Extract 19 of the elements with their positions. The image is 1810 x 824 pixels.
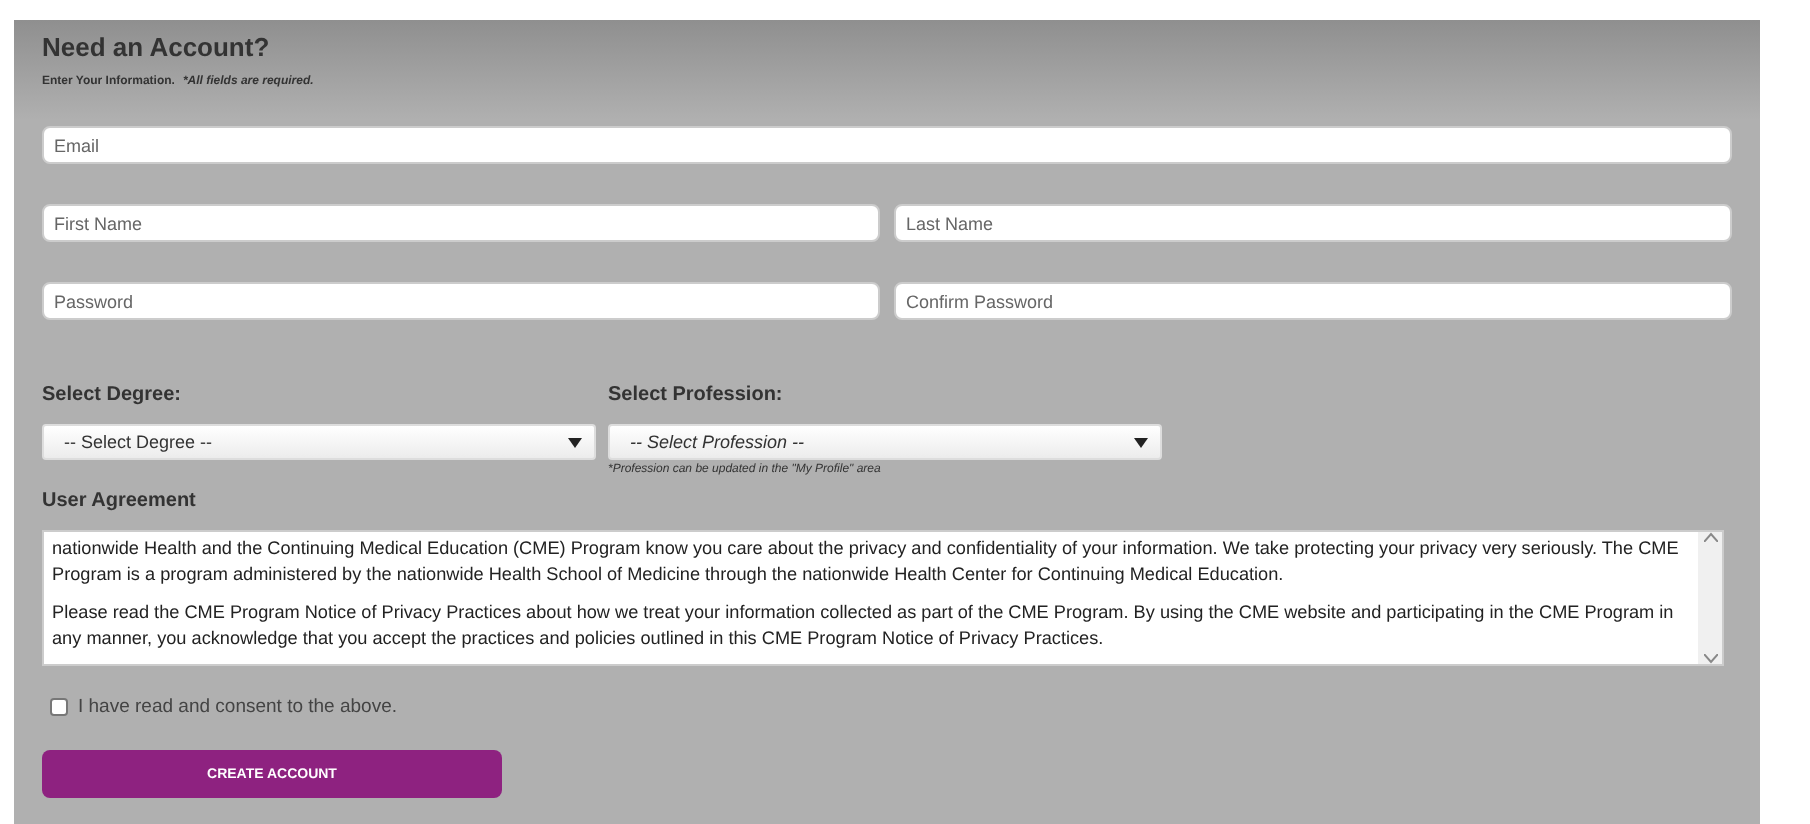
checkbox[interactable] (50, 698, 68, 716)
select-label: Select Degree: (42, 384, 183, 408)
scroll-up-icon[interactable] (1703, 532, 1717, 542)
select-label: Select Profession: (608, 384, 785, 408)
text-field[interactable]: Email (42, 126, 1732, 164)
text-field[interactable]: Confirm Password (894, 282, 1732, 320)
dropdown[interactable]: -- Select Degree -- (42, 424, 596, 460)
dropdown[interactable]: -- Select Profession -- (608, 424, 1162, 460)
text-field[interactable]: Last Name (894, 204, 1732, 242)
caret-icon (1134, 437, 1148, 447)
agreement-paragraph: nationwide Health and the Continuing Medical Education (CME) Program know you care about the privacy and confidentiality of your information. We take protecting your privacy very seriously. The CME Program is a program administered by the nationwide Health School of Medicine through the nationwide Health Center for Continuing Medical Education. (52, 536, 1681, 586)
checkbox-label: I have read and consent to the above. (78, 696, 398, 718)
section-label: User Agreement (42, 490, 198, 514)
caret-icon (568, 437, 582, 447)
text-field[interactable]: First Name (42, 204, 880, 242)
form-heading: Need an Account? (42, 32, 272, 62)
agreement-paragraph: Please read the CME Program Notice of Privacy Practices about how we treat your information collected as part of the CME Program. By using the CME website and participating in the CME Program in any manner, you acknowledge that you accept the practices and policies outlined in this CME Program Notice of Privacy Practices. (52, 600, 1676, 650)
text-field[interactable]: Password (42, 282, 880, 320)
scroll-down-icon[interactable] (1703, 654, 1717, 664)
